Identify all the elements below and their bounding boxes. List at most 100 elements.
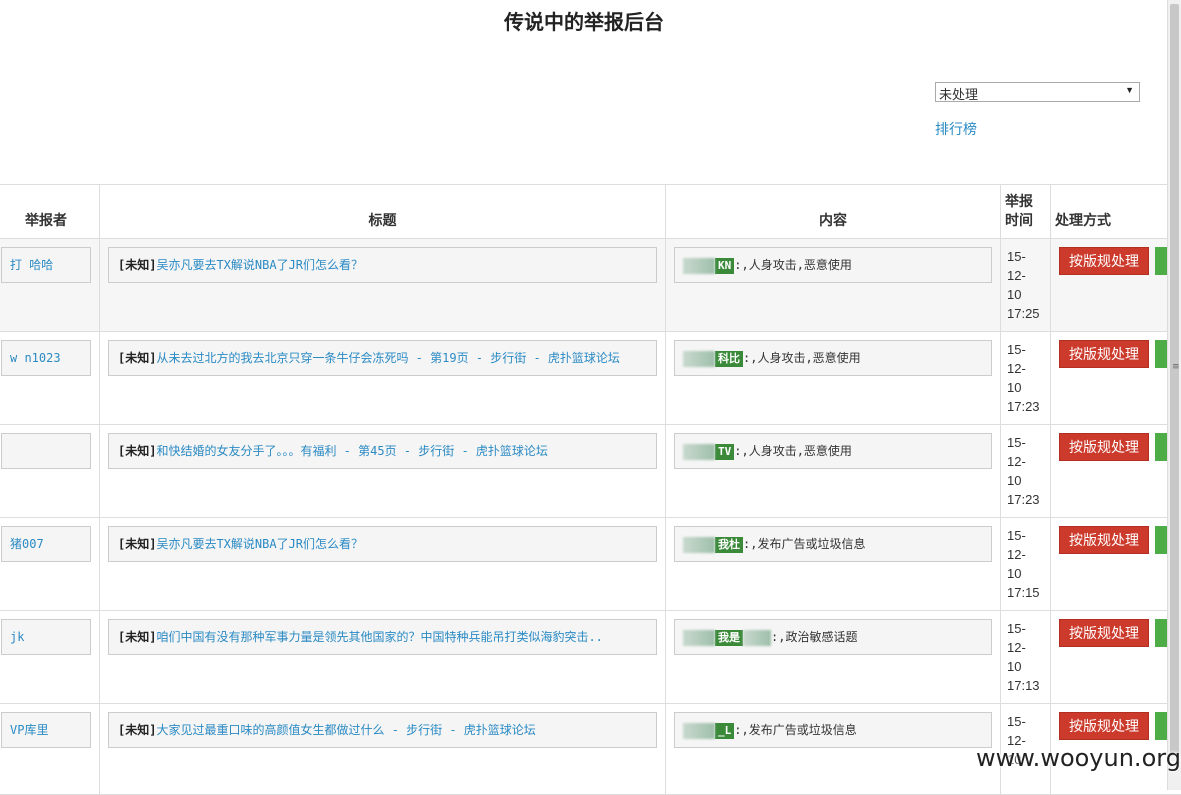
post-title-link[interactable]: 咱们中国有没有那种军事力量是领先其他国家的？中国特种兵能吊打类似海豹突击.. [156, 630, 602, 644]
reporter-cell: 打 哈哈 [0, 239, 100, 332]
post-title-link[interactable]: 吴亦凡要去TX解说NBA了JR们怎么看？ [156, 258, 363, 272]
action-cell: 按版规处理 [1051, 239, 1181, 332]
user-tag: TV [715, 444, 734, 460]
reporter-name[interactable]: w n1023 [1, 340, 91, 376]
table-row: jk [未知]咱们中国有没有那种军事力量是领先其他国家的？中国特种兵能吊打类似海… [0, 611, 1181, 704]
vertical-scrollbar[interactable]: ≡ [1167, 0, 1181, 790]
header-action: 处理方式 [1051, 185, 1181, 239]
reporter-cell: 猪007 [0, 518, 100, 611]
reporter-cell: w n1023 [0, 332, 100, 425]
blurred-username [683, 444, 715, 460]
title-cell: [未知]吴亦凡要去TX解说NBA了JR们怎么看？ [100, 518, 666, 611]
blurred-username [683, 630, 715, 646]
time-cell: 15- 12- 10 17:25 [1001, 239, 1051, 332]
handle-by-rules-button[interactable]: 按版规处理 [1059, 247, 1149, 275]
handle-by-rules-button[interactable]: 按版规处理 [1059, 712, 1149, 740]
time-cell: 15- 12- 10 17:15 [1001, 518, 1051, 611]
user-tag: KN [715, 258, 734, 274]
blurred-username [683, 258, 715, 274]
title-cell: [未知]咱们中国有没有那种军事力量是领先其他国家的？中国特种兵能吊打类似海豹突击… [100, 611, 666, 704]
status-tag: [未知] [118, 630, 156, 644]
post-title-link[interactable]: 吴亦凡要去TX解说NBA了JR们怎么看？ [156, 537, 363, 551]
content-box: 我是 :,政治敏感话题 [674, 619, 992, 655]
user-tag: _L [715, 723, 734, 739]
reporter-name[interactable]: 打 哈哈 [1, 247, 91, 283]
header-time: 举报时间 [1001, 185, 1051, 239]
report-reason: :,人身攻击,恶意使用 [734, 444, 852, 458]
content-cell: _L:,发布广告或垃圾信息 [666, 704, 1001, 795]
title-box: [未知]大家见过最重口味的高颜值女生都做过什么 - 步行街 - 虎扑篮球论坛 [108, 712, 657, 748]
reporter-name[interactable]: jk [1, 619, 91, 655]
handle-by-rules-button[interactable]: 按版规处理 [1059, 619, 1149, 647]
status-tag: [未知] [118, 537, 156, 551]
status-tag: [未知] [118, 351, 156, 365]
content-cell: TV:,人身攻击,恶意使用 [666, 425, 1001, 518]
reporter-name[interactable] [1, 433, 91, 469]
content-box: 科比:,人身攻击,恶意使用 [674, 340, 992, 376]
title-cell: [未知]从未去过北方的我去北京只穿一条牛仔会冻死吗 - 第19页 - 步行街 -… [100, 332, 666, 425]
content-cell: 我是 :,政治敏感话题 [666, 611, 1001, 704]
post-title-link[interactable]: 从未去过北方的我去北京只穿一条牛仔会冻死吗 - 第19页 - 步行街 - 虎扑篮… [156, 351, 619, 365]
user-tag: 科比 [715, 351, 743, 367]
report-reason: :,人身攻击,恶意使用 [743, 351, 861, 365]
header-content: 内容 [666, 185, 1001, 239]
scrollbar-thumb[interactable] [1170, 4, 1179, 756]
chevron-down-icon: ▼ [1125, 85, 1134, 95]
blurred-username [683, 723, 715, 739]
content-cell: 我杜:,发布广告或垃圾信息 [666, 518, 1001, 611]
table-row: 猪007 [未知]吴亦凡要去TX解说NBA了JR们怎么看？ 我杜:,发布广告或垃… [0, 518, 1181, 611]
grip-icon: ≡ [1172, 362, 1180, 372]
title-box: [未知]和快结婚的女友分手了。。。有福利 - 第45页 - 步行街 - 虎扑篮球… [108, 433, 657, 469]
title-box: [未知]咱们中国有没有那种军事力量是领先其他国家的？中国特种兵能吊打类似海豹突击… [108, 619, 657, 655]
handle-by-rules-button[interactable]: 按版规处理 [1059, 340, 1149, 368]
header-title: 标题 [100, 185, 666, 239]
user-tag: 我是 [715, 630, 743, 646]
report-reason: :,发布广告或垃圾信息 [734, 723, 856, 737]
blurred-username [743, 630, 771, 646]
table-header-row: 举报者 标题 内容 举报时间 处理方式 [0, 185, 1181, 239]
post-title-link[interactable]: 大家见过最重口味的高颜值女生都做过什么 - 步行街 - 虎扑篮球论坛 [156, 723, 535, 737]
status-filter-select[interactable]: 未处理 ▼ [935, 82, 1140, 102]
content-box: _L:,发布广告或垃圾信息 [674, 712, 992, 748]
status-tag: [未知] [118, 723, 156, 737]
reporter-name[interactable]: VP库里 [1, 712, 91, 748]
blurred-username [683, 351, 715, 367]
content-cell: KN:,人身攻击,恶意使用 [666, 239, 1001, 332]
content-box: TV:,人身攻击,恶意使用 [674, 433, 992, 469]
handle-by-rules-button[interactable]: 按版规处理 [1059, 433, 1149, 461]
blurred-username [683, 537, 715, 553]
post-title-link[interactable]: 和快结婚的女友分手了。。。有福利 - 第45页 - 步行街 - 虎扑篮球论坛 [156, 444, 547, 458]
reporter-cell [0, 425, 100, 518]
reporter-cell: jk [0, 611, 100, 704]
page-title: 传说中的举报后台 [0, 6, 1168, 35]
title-cell: [未知]和快结婚的女友分手了。。。有福利 - 第45页 - 步行街 - 虎扑篮球… [100, 425, 666, 518]
report-table: 举报者 标题 内容 举报时间 处理方式 打 哈哈 [未知]吴亦凡要去TX解说NB… [0, 184, 1181, 795]
title-cell: [未知]大家见过最重口味的高颜值女生都做过什么 - 步行街 - 虎扑篮球论坛 [100, 704, 666, 795]
action-cell: 按版规处理 [1051, 611, 1181, 704]
report-reason: :,政治敏感话题 [771, 630, 857, 644]
table-row: 打 哈哈 [未知]吴亦凡要去TX解说NBA了JR们怎么看？ KN:,人身攻击,恶… [0, 239, 1181, 332]
header-reporter: 举报者 [0, 185, 100, 239]
table-row: [未知]和快结婚的女友分手了。。。有福利 - 第45页 - 步行街 - 虎扑篮球… [0, 425, 1181, 518]
time-cell: 15- 12- 10 17:13 [1001, 611, 1051, 704]
reporter-cell: VP库里 [0, 704, 100, 795]
title-box: [未知]吴亦凡要去TX解说NBA了JR们怎么看？ [108, 247, 657, 283]
report-reason: :,人身攻击,恶意使用 [734, 258, 852, 272]
handle-by-rules-button[interactable]: 按版规处理 [1059, 526, 1149, 554]
content-cell: 科比:,人身攻击,恶意使用 [666, 332, 1001, 425]
title-cell: [未知]吴亦凡要去TX解说NBA了JR们怎么看？ [100, 239, 666, 332]
title-box: [未知]吴亦凡要去TX解说NBA了JR们怎么看？ [108, 526, 657, 562]
table-row: w n1023 [未知]从未去过北方的我去北京只穿一条牛仔会冻死吗 - 第19页… [0, 332, 1181, 425]
title-box: [未知]从未去过北方的我去北京只穿一条牛仔会冻死吗 - 第19页 - 步行街 -… [108, 340, 657, 376]
content-box: 我杜:,发布广告或垃圾信息 [674, 526, 992, 562]
action-cell: 按版规处理 [1051, 332, 1181, 425]
action-cell: 按版规处理 [1051, 518, 1181, 611]
status-filter-value: 未处理 [939, 87, 978, 102]
ranking-link[interactable]: 排行榜 [935, 119, 977, 139]
user-tag: 我杜 [715, 537, 743, 553]
report-reason: :,发布广告或垃圾信息 [743, 537, 865, 551]
status-tag: [未知] [118, 444, 156, 458]
time-cell: 15- 12- 10 17:23 [1001, 425, 1051, 518]
reporter-name[interactable]: 猪007 [1, 526, 91, 562]
action-cell: 按版规处理 [1051, 425, 1181, 518]
